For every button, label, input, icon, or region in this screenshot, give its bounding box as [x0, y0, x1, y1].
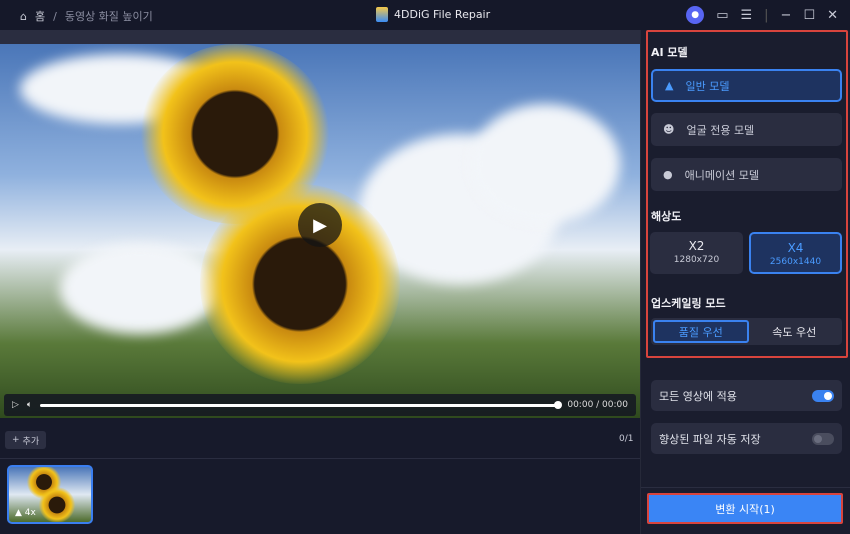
resolution-title: 해상도 [651, 210, 682, 223]
model-face[interactable]: ☻ 얼굴 전용 모델 [651, 113, 842, 146]
start-conversion-button[interactable]: 변환 시작(1) [647, 493, 843, 524]
play-icon[interactable]: ▷ [12, 400, 19, 410]
preview-header [0, 30, 640, 44]
menu-icon[interactable]: ☰ [740, 8, 752, 23]
apply-all-option: 모든 영상에 적용 [651, 380, 842, 411]
res-size: 1280x720 [673, 255, 720, 265]
video-preview[interactable]: ▶ [0, 44, 640, 418]
model-label: 얼굴 전용 모델 [686, 123, 755, 137]
divider: | [764, 7, 769, 23]
app-logo-icon [376, 7, 388, 22]
play-overlay-button[interactable]: ▶ [298, 203, 342, 247]
res-label: X4 [787, 241, 804, 255]
seek-bar[interactable] [40, 401, 563, 409]
file-count: 0/1 [619, 434, 634, 444]
auto-save-option: 향상된 파일 자동 저장 [651, 423, 842, 454]
model-label: 애니메이션 모델 [684, 168, 759, 182]
bear-icon: ● [663, 168, 673, 181]
discord-icon[interactable]: ● [686, 6, 705, 24]
minimize-icon[interactable]: − [781, 8, 792, 23]
home-icon[interactable]: ⌂ [20, 10, 27, 23]
res-size: 2560x1440 [769, 257, 822, 267]
breadcrumb: ⌂ 홈 / 동영상 화질 높이기 [20, 8, 153, 24]
upscale-mode-title: 업스케일링 모드 [651, 297, 726, 310]
add-button[interactable]: + 추가 [5, 431, 47, 449]
plus-icon: + [12, 435, 20, 445]
ai-model-title: AI 모델 [651, 46, 688, 59]
title-bar: ⌂ 홈 / 동영상 화질 높이기 4DDiG File Repair ● ▭ ☰… [0, 0, 850, 30]
app-title: 4DDiG File Repair [376, 7, 490, 22]
model-general[interactable]: ▲ 일반 모델 [651, 69, 842, 102]
auto-save-label: 향상된 파일 자동 저장 [659, 432, 761, 446]
landscape-icon: ▲ [665, 79, 674, 92]
apply-all-label: 모든 영상에 적용 [659, 389, 737, 403]
resolution-x2[interactable]: X2 1280x720 [650, 232, 743, 274]
divider [641, 487, 850, 488]
time-display: 00:00 / 00:00 [567, 400, 628, 410]
resolution-x4[interactable]: X4 2560x1440 [749, 232, 842, 274]
close-icon[interactable]: ✕ [827, 8, 838, 23]
volume-icon[interactable]: 🔈︎ [27, 400, 32, 410]
breadcrumb-separator: / [53, 9, 57, 23]
scale-text: 4x [24, 508, 36, 518]
maximize-icon[interactable]: ☐ [803, 8, 815, 23]
divider [0, 458, 640, 459]
model-anime[interactable]: ● 애니메이션 모델 [651, 158, 842, 191]
video-thumbnail[interactable]: ▲ 4x [7, 465, 93, 524]
thumbnail-scale-label: ▲ 4x [15, 508, 36, 518]
upscale-mode-selector: 품질 우선 속도 우선 [651, 318, 842, 345]
app-title-text: 4DDiG File Repair [394, 8, 491, 21]
face-icon: ☻ [663, 123, 675, 136]
mode-quality[interactable]: 품질 우선 [653, 320, 749, 343]
feedback-icon[interactable]: ▭ [716, 8, 728, 23]
mode-speed[interactable]: 속도 우선 [749, 320, 841, 343]
auto-save-toggle[interactable] [812, 432, 834, 445]
apply-all-toggle[interactable] [812, 389, 834, 402]
breadcrumb-home[interactable]: 홈 [35, 8, 45, 24]
breadcrumb-current: 동영상 화질 높이기 [64, 10, 153, 23]
add-label: 추가 [22, 436, 40, 447]
model-label: 일반 모델 [685, 79, 730, 93]
res-label: X2 [688, 239, 705, 253]
player-controls: ▷ 🔈︎ 00:00 / 00:00 [4, 394, 636, 416]
